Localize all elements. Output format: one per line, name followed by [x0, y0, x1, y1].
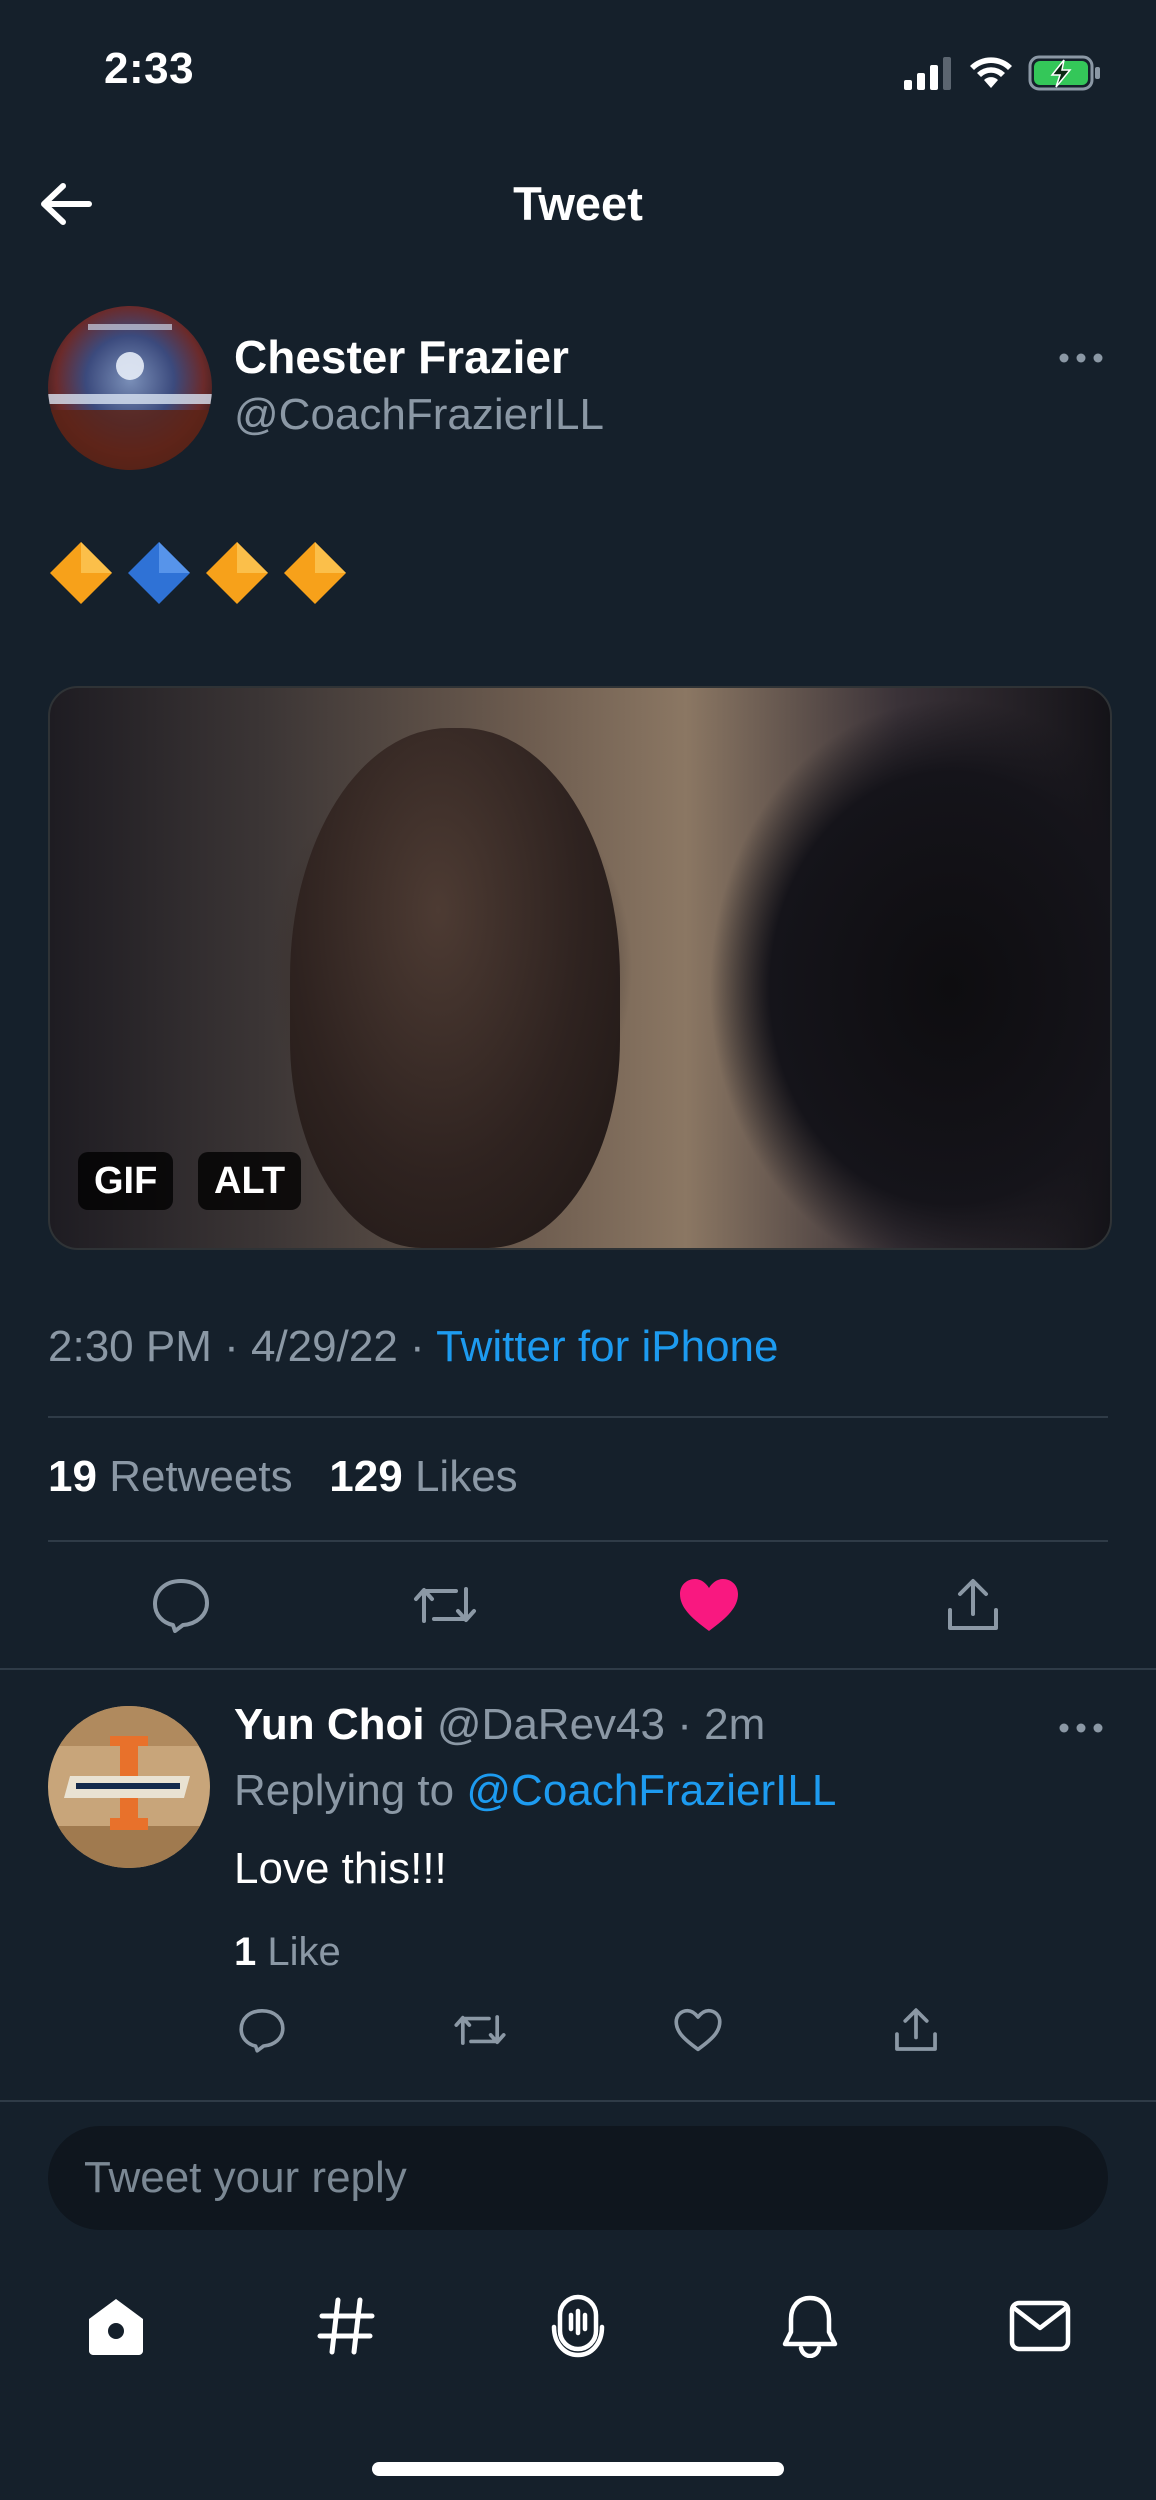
- author-handle[interactable]: @CoachFrazierILL: [234, 390, 604, 440]
- likes-stat[interactable]: 129 Likes: [329, 1452, 517, 1501]
- page-title: Tweet: [513, 177, 643, 230]
- hashtag-icon: [317, 2297, 375, 2355]
- tweet-meta: 2:30 PM · 4/29/22 · Twitter for iPhone: [48, 1322, 779, 1371]
- comment-icon: [239, 2009, 285, 2053]
- replying-to-handle-link[interactable]: @CoachFrazierILL: [466, 1766, 836, 1815]
- retweet-button[interactable]: [400, 1560, 490, 1650]
- reply-reply-button[interactable]: [222, 1990, 302, 2070]
- share-icon: [948, 1579, 998, 1630]
- retweets-stat[interactable]: 19 Retweets: [48, 1452, 293, 1501]
- reply-retweet-button[interactable]: [440, 1990, 520, 2070]
- tab-messages[interactable]: [990, 2276, 1090, 2376]
- tweet-more-button[interactable]: [1046, 338, 1116, 378]
- tweet-date: 4/29/22: [250, 1322, 398, 1371]
- gif-badge: GIF: [78, 1152, 174, 1210]
- reply-age: 2m: [704, 1700, 766, 1749]
- heart-outline-icon: [674, 2008, 722, 2052]
- tweet-text: [48, 540, 348, 606]
- orange-diamond-icon: [206, 542, 268, 604]
- reply-more-button[interactable]: [1046, 1708, 1116, 1748]
- bell-icon: [782, 2295, 838, 2358]
- divider: [48, 1416, 1108, 1418]
- tab-home[interactable]: [66, 2276, 166, 2376]
- retweet-icon: [454, 2015, 506, 2045]
- tweet-stats: 19 Retweets 129 Likes: [48, 1452, 518, 1502]
- author-avatar[interactable]: [48, 306, 212, 470]
- mail-icon: [1009, 2300, 1071, 2352]
- author-name[interactable]: Chester Frazier: [234, 330, 569, 384]
- tweet-gif-media[interactable]: GIF ALT: [48, 686, 1112, 1250]
- replying-to: Replying to @CoachFrazierILL: [234, 1766, 837, 1815]
- spaces-microphone-icon: [551, 2294, 605, 2358]
- tweet-source-link[interactable]: Twitter for iPhone: [436, 1322, 778, 1371]
- retweet-icon: [414, 1587, 476, 1623]
- tab-explore[interactable]: [296, 2276, 396, 2376]
- tab-spaces[interactable]: [528, 2276, 628, 2376]
- orange-diamond-icon: [284, 542, 346, 604]
- reply-header: Yun Choi @DaRev43 · 2m: [234, 1700, 766, 1749]
- gif-subject-image: [290, 728, 620, 1248]
- status-time: 2:33: [104, 44, 195, 93]
- divider: [0, 2100, 1156, 2102]
- reply-text: Love this!!!: [234, 1844, 447, 1893]
- reply-like-button[interactable]: [658, 1990, 738, 2070]
- signal-icon: [904, 57, 951, 90]
- divider: [48, 1540, 1108, 1542]
- arena-avatar-image: [48, 306, 212, 470]
- reply-author-handle[interactable]: @DaRev43: [437, 1700, 665, 1749]
- wifi-icon: [970, 57, 1012, 88]
- home-icon: [89, 2299, 143, 2355]
- reply-button[interactable]: [136, 1560, 226, 1650]
- battery-charging-icon: [1028, 55, 1100, 91]
- reply-share-button[interactable]: [876, 1990, 956, 2070]
- alt-badge[interactable]: ALT: [198, 1152, 302, 1210]
- more-dots-icon: [1059, 353, 1103, 363]
- comment-icon: [153, 1579, 209, 1633]
- reply-author-avatar[interactable]: [48, 1706, 210, 1868]
- reply-likes-stat[interactable]: 1 Like: [234, 1930, 341, 1975]
- tweet-reply-input[interactable]: [48, 2126, 1108, 2230]
- reply-author-name[interactable]: Yun Choi: [234, 1700, 425, 1749]
- like-button[interactable]: [664, 1560, 754, 1650]
- blue-diamond-icon: [128, 542, 190, 604]
- divider: [0, 1668, 1156, 1670]
- home-indicator[interactable]: [372, 2462, 784, 2476]
- share-button[interactable]: [928, 1560, 1018, 1650]
- share-icon: [895, 2008, 937, 2051]
- tweet-time: 2:30 PM: [48, 1322, 212, 1371]
- heart-filled-icon: [680, 1579, 738, 1631]
- more-dots-icon: [1059, 1723, 1103, 1733]
- status-icons: [904, 48, 1102, 98]
- illinois-logo-avatar: [48, 1706, 210, 1868]
- orange-diamond-icon: [50, 542, 112, 604]
- tab-notifications[interactable]: [760, 2276, 860, 2376]
